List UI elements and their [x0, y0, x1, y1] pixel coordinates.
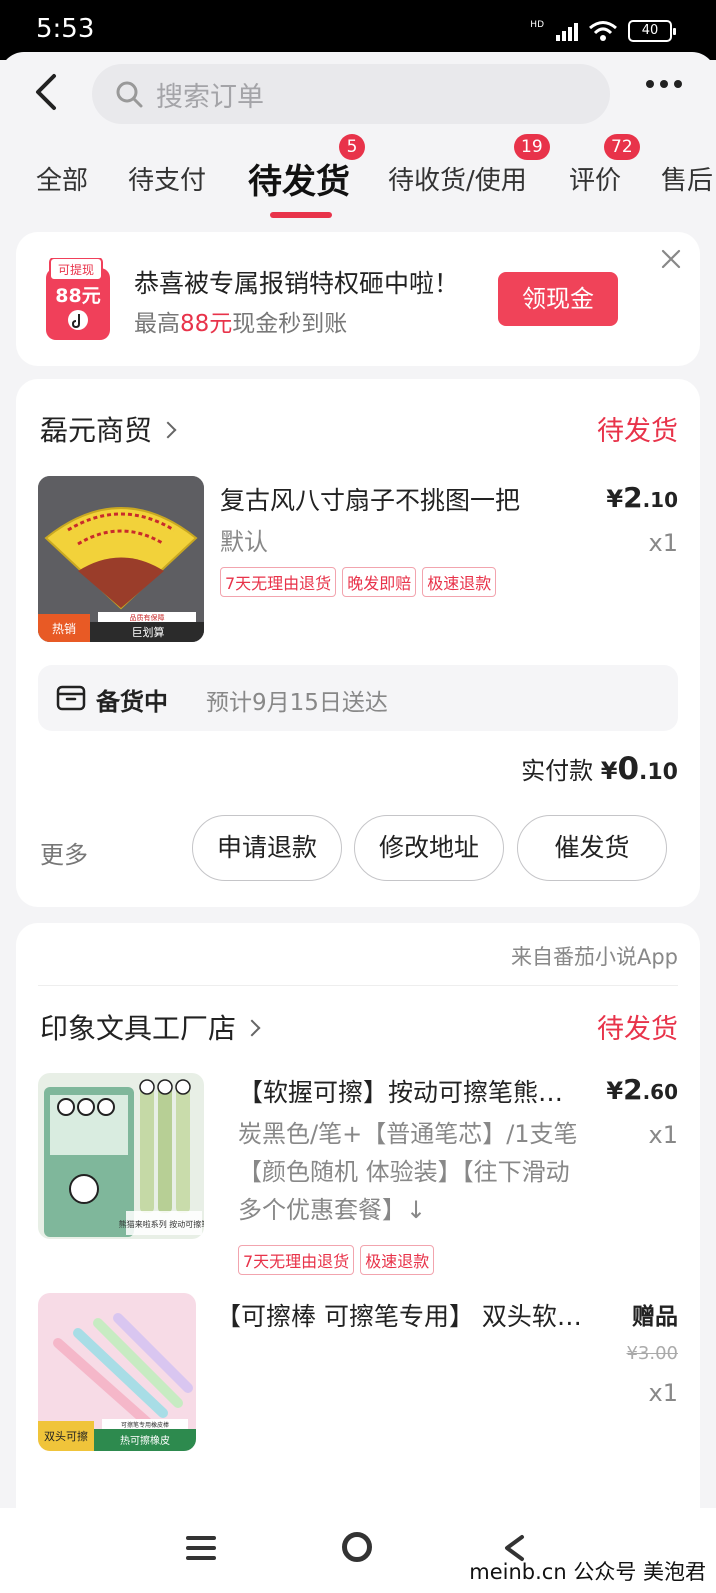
search-input[interactable]: 搜索订单	[92, 64, 610, 124]
tag-late-compensation: 晚发即赔	[342, 567, 417, 597]
product-title[interactable]: 复古风八寸扇子不挑图一把	[220, 481, 580, 517]
promo-icon-amount: 88元	[55, 285, 100, 307]
close-icon[interactable]	[660, 248, 682, 270]
pen-box-image: 熊猫来啦系列 按动可擦笔	[38, 1073, 204, 1239]
eraser-image: 双头可擦 热可擦橡皮 可擦笔专用橡皮棒	[38, 1293, 196, 1451]
request-refund-button[interactable]: 申请退款	[192, 815, 342, 881]
back-button[interactable]	[28, 70, 68, 114]
shipping-label: 备货中	[96, 688, 168, 716]
order-source: 来自番茄小说App	[510, 945, 678, 969]
product-title[interactable]: 【软握可擦】按动可擦笔熊…	[238, 1073, 588, 1109]
header: 搜索订单	[0, 52, 716, 132]
order-list-screen: 搜索订单 全部 待支付 待发货 5 待收货/使用 19 评价 72 售后 可提现…	[0, 52, 716, 1508]
signal-icon	[556, 21, 578, 41]
promo-banner: 可提现 88元 恭喜被专属报销特权砸中啦！ 最高88元现金秒到账 领现金	[16, 232, 700, 366]
promo-icon-top: 可提现	[58, 262, 94, 277]
shop-name[interactable]: 磊元商贸	[40, 409, 177, 449]
product-qty: x1	[648, 529, 678, 557]
paid-amount: 实付款 ¥0.10	[521, 751, 678, 787]
shipping-eta: 预计9月15日送达	[206, 690, 388, 716]
order-status: 待发货	[597, 416, 678, 447]
tab-all[interactable]: 全部	[36, 160, 88, 197]
svg-text:双头可擦: 双头可擦	[44, 1429, 88, 1443]
promo-title: 恭喜被专属报销特权砸中啦！	[134, 269, 460, 298]
status-icons: HD 40	[530, 20, 676, 42]
product-qty: x1	[648, 1121, 678, 1149]
home-button[interactable]	[342, 1532, 372, 1562]
order-card[interactable]: 磊元商贸 待发货 热销 巨划算 品质有保障 复古风八寸扇子不挑图一把 默认 ¥2…	[16, 379, 700, 907]
chevron-right-icon	[243, 1019, 261, 1037]
order-card[interactable]: 来自番茄小说App 印象文具工厂店 待发货 熊猫来啦系列 按动可擦笔 【软握可擦…	[16, 923, 700, 1508]
claim-cash-button[interactable]: 领现金	[498, 272, 618, 326]
fan-image: 热销 巨划算 品质有保障	[38, 476, 204, 642]
chevron-right-icon	[159, 421, 177, 439]
battery-icon: 40	[628, 20, 676, 42]
tab-badge-review: 72	[604, 134, 640, 160]
service-tags: 7天无理由退货 晚发即赔 极速退款	[220, 567, 497, 597]
gift-product-image[interactable]: 双头可擦 热可擦橡皮 可擦笔专用橡皮棒	[38, 1293, 196, 1451]
tag-7day-return: 7天无理由退货	[220, 567, 337, 597]
tab-pending-receipt[interactable]: 待收货/使用	[388, 160, 527, 197]
svg-text:熊猫来啦系列 按动可擦笔: 熊猫来啦系列 按动可擦笔	[119, 1219, 204, 1229]
tag-fast-refund: 极速退款	[360, 1245, 435, 1275]
shipping-status-box[interactable]: 备货中 预计9月15日送达	[38, 665, 678, 731]
gift-title[interactable]: 【可擦棒 可擦笔专用】 双头软…	[216, 1297, 586, 1333]
svg-text:热销: 热销	[52, 622, 76, 636]
tab-pending-shipment[interactable]: 待发货	[248, 154, 350, 203]
recent-apps-button[interactable]	[186, 1536, 216, 1566]
promo-subtitle: 最高88元现金秒到账	[134, 311, 348, 337]
change-address-button[interactable]: 修改地址	[354, 815, 504, 881]
urge-shipment-button[interactable]: 催发货	[517, 815, 667, 881]
tab-after-sales[interactable]: 售后	[661, 160, 713, 197]
svg-text:可擦笔专用橡皮棒: 可擦笔专用橡皮棒	[121, 1421, 169, 1429]
product-price: ¥2.10	[606, 481, 678, 514]
more-link[interactable]: 更多	[40, 835, 88, 870]
gift-qty: x1	[648, 1379, 678, 1407]
shop-name[interactable]: 印象文具工厂店	[40, 1007, 261, 1047]
order-status: 待发货	[597, 1014, 678, 1045]
status-time: 5:53	[36, 14, 95, 44]
divider	[38, 985, 678, 986]
search-placeholder: 搜索订单	[156, 81, 264, 113]
gift-label: 赠品	[632, 1304, 678, 1330]
product-price: ¥2.60	[606, 1073, 678, 1106]
tab-pending-payment[interactable]: 待支付	[128, 160, 206, 197]
more-options-button[interactable]	[646, 80, 682, 88]
shop-header[interactable]: 磊元商贸 待发货	[40, 409, 678, 449]
wifi-icon	[589, 21, 617, 41]
product-image[interactable]: 熊猫来啦系列 按动可擦笔	[38, 1073, 204, 1239]
package-icon	[56, 685, 86, 711]
product-spec: 炭黑色/笔+【普通笔芯】/1支笔 【颜色随机 体验装】【往下滑动 多个优惠套餐】…	[238, 1120, 578, 1224]
shop-header[interactable]: 印象文具工厂店 待发货	[40, 1007, 678, 1047]
svg-text:品质有保障: 品质有保障	[130, 613, 165, 622]
watermark: meinb.cn 公众号 美泡君	[469, 1560, 706, 1584]
order-tabs: 全部 待支付 待发货 5 待收货/使用 19 评价 72 售后	[0, 132, 716, 230]
tag-fast-refund: 极速退款	[422, 567, 497, 597]
status-bar: 5:53 HD 40	[0, 0, 716, 60]
active-tab-indicator	[270, 212, 332, 218]
svg-text:巨划算: 巨划算	[132, 625, 165, 639]
svg-text:热可擦橡皮: 热可擦橡皮	[120, 1434, 170, 1447]
service-tags: 7天无理由退货 极速退款	[238, 1245, 435, 1275]
product-image[interactable]: 热销 巨划算 品质有保障	[38, 476, 204, 642]
tab-badge-pending-shipment: 5	[339, 134, 365, 160]
tab-review[interactable]: 评价	[569, 160, 621, 197]
gift-original-price: ¥3.00	[626, 1343, 678, 1364]
red-envelope-icon: 可提现 88元	[46, 258, 110, 340]
tag-7day-return: 7天无理由退货	[238, 1245, 355, 1275]
hd-indicator: HD	[530, 20, 544, 30]
product-spec: 默认	[220, 528, 268, 556]
search-icon	[116, 81, 143, 108]
tab-badge-pending-receipt: 19	[514, 134, 550, 160]
system-nav-bar: meinb.cn 公众号 美泡君	[0, 1508, 716, 1593]
